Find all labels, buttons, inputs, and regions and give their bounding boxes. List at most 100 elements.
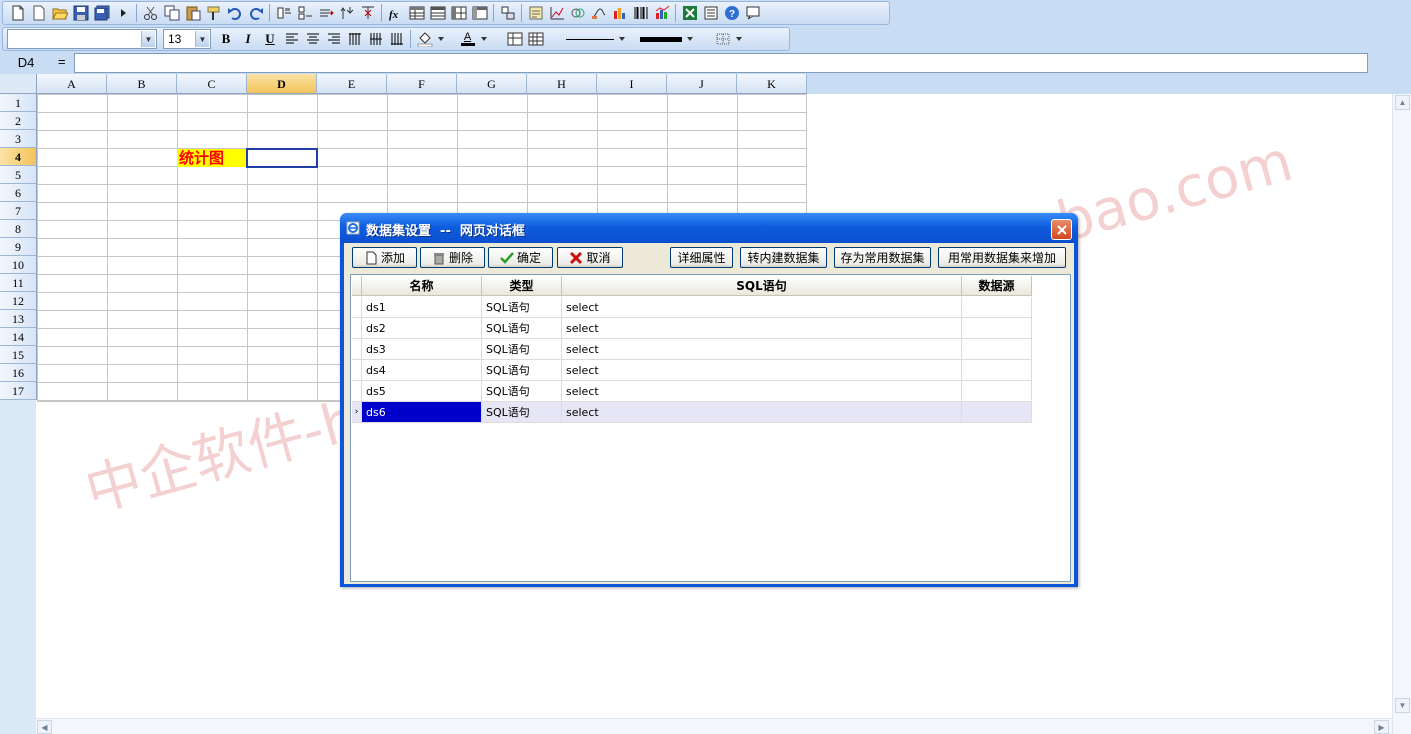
align-center-icon[interactable] (302, 29, 323, 50)
table-style4-icon[interactable] (469, 3, 490, 24)
column-header-a[interactable]: A (37, 74, 107, 94)
font-size-select[interactable]: 13 ▼ (163, 29, 211, 49)
chevron-down-icon[interactable] (478, 29, 490, 50)
column-header-f[interactable]: F (387, 74, 457, 94)
font-color-button[interactable]: A (457, 29, 478, 50)
close-button[interactable] (1051, 219, 1072, 240)
properties-icon[interactable] (700, 3, 721, 24)
formula-input[interactable] (74, 53, 1368, 73)
table-style1-icon[interactable] (406, 3, 427, 24)
scroll-right-icon[interactable]: ▶ (1374, 720, 1389, 734)
row-header-10[interactable]: 10 (0, 256, 37, 274)
function-icon[interactable]: fx (385, 3, 406, 24)
statistics-chart-icon[interactable] (651, 3, 672, 24)
line-width-select[interactable] (640, 36, 682, 42)
chevron-down-icon[interactable] (682, 29, 698, 50)
row-header-4[interactable]: 4 (0, 148, 37, 166)
row-header-15[interactable]: 15 (0, 346, 37, 364)
cell-name[interactable]: ds3 (362, 339, 482, 360)
cell-type[interactable]: SQL语句 (482, 381, 562, 402)
cell-sql[interactable]: select (562, 381, 962, 402)
copy-icon[interactable] (161, 3, 182, 24)
cut-icon[interactable] (140, 3, 161, 24)
chevron-down-icon[interactable] (733, 29, 745, 50)
select-all-corner[interactable] (0, 74, 37, 94)
paste-icon[interactable] (182, 3, 203, 24)
table-row[interactable]: ds5 SQL语句 select (352, 381, 1033, 402)
save-common-dataset-button[interactable]: 存为常用数据集 (834, 247, 931, 268)
chevron-down-icon[interactable]: ▼ (195, 31, 209, 47)
cell-name[interactable]: ds6 (362, 402, 482, 423)
italic-button[interactable]: I (237, 29, 259, 50)
format-painter-icon[interactable] (203, 3, 224, 24)
ok-button[interactable]: 确定 (488, 247, 553, 268)
save-all-icon[interactable] (91, 3, 112, 24)
table-style2-icon[interactable] (427, 3, 448, 24)
chevron-down-icon[interactable]: ▼ (141, 31, 155, 47)
cell-reference[interactable]: D4 (6, 55, 46, 71)
grid-icon[interactable] (525, 29, 546, 50)
report-icon[interactable] (525, 3, 546, 24)
cell-datasource[interactable] (962, 339, 1032, 360)
table-style3-icon[interactable] (448, 3, 469, 24)
row-header-2[interactable]: 2 (0, 112, 37, 130)
details-button[interactable]: 详细属性 (670, 247, 733, 268)
cell-datasource[interactable] (962, 360, 1032, 381)
cell-sql[interactable]: select (562, 360, 962, 381)
row-header-17[interactable]: 17 (0, 382, 37, 400)
undo-icon[interactable] (224, 3, 245, 24)
row-header-13[interactable]: 13 (0, 310, 37, 328)
fill-color-icon[interactable] (414, 29, 435, 50)
run-icon[interactable] (112, 3, 133, 24)
row-header-11[interactable]: 11 (0, 274, 37, 292)
scroll-down-icon[interactable]: ▼ (1395, 698, 1410, 713)
line-style-select[interactable] (566, 38, 614, 40)
vertical-scrollbar[interactable]: ▲ ▼ (1392, 94, 1411, 734)
cell-datasource[interactable] (962, 318, 1032, 339)
column-header-d[interactable]: D (247, 74, 317, 94)
chevron-down-icon[interactable] (435, 29, 447, 50)
chevron-down-icon[interactable] (614, 29, 630, 50)
cell-type[interactable]: SQL语句 (482, 339, 562, 360)
delete-button[interactable]: 删除 (420, 247, 485, 268)
scroll-up-icon[interactable]: ▲ (1395, 95, 1410, 110)
valign-bottom-icon[interactable] (386, 29, 407, 50)
cell-sql[interactable]: select (562, 297, 962, 318)
message-icon[interactable] (742, 3, 763, 24)
column-header-b[interactable]: B (107, 74, 177, 94)
insert-row-below-icon[interactable] (294, 3, 315, 24)
cell-c4[interactable]: 统计图 (177, 149, 246, 167)
cell-name[interactable]: ds2 (362, 318, 482, 339)
row-header-12[interactable]: 12 (0, 292, 37, 310)
column-header-h[interactable]: H (527, 74, 597, 94)
convert-builtin-dataset-button[interactable]: 转内建数据集 (740, 247, 827, 268)
row-header-16[interactable]: 16 (0, 364, 37, 382)
cell-name[interactable]: ds1 (362, 297, 482, 318)
column-header-e[interactable]: E (317, 74, 387, 94)
cell-sql[interactable]: select (562, 339, 962, 360)
column-header-name[interactable]: 名称 (362, 276, 482, 296)
cell-type[interactable]: SQL语句 (482, 297, 562, 318)
row-header-14[interactable]: 14 (0, 328, 37, 346)
bold-button[interactable]: B (215, 29, 237, 50)
sort-icon[interactable] (497, 3, 518, 24)
row-header-9[interactable]: 9 (0, 238, 37, 256)
cell-datasource[interactable] (962, 402, 1032, 423)
cell-datasource[interactable] (962, 297, 1032, 318)
column-header-datasource[interactable]: 数据源 (962, 276, 1032, 296)
column-header-j[interactable]: J (667, 74, 737, 94)
delete-column-icon[interactable] (357, 3, 378, 24)
cell-type[interactable]: SQL语句 (482, 402, 562, 423)
horizontal-scrollbar[interactable]: ◀ ▶ (36, 718, 1392, 734)
cell-name[interactable]: ds4 (362, 360, 482, 381)
row-header-3[interactable]: 3 (0, 130, 37, 148)
valign-top-icon[interactable] (344, 29, 365, 50)
new-icon[interactable] (7, 3, 28, 24)
column-header-i[interactable]: I (597, 74, 667, 94)
cell-border-icon[interactable] (712, 29, 733, 50)
column-header-sql[interactable]: SQL语句 (562, 276, 962, 296)
align-left-icon[interactable] (281, 29, 302, 50)
row-header-1[interactable]: 1 (0, 94, 37, 112)
column-header-g[interactable]: G (457, 74, 527, 94)
active-cell-d4[interactable] (246, 148, 318, 168)
